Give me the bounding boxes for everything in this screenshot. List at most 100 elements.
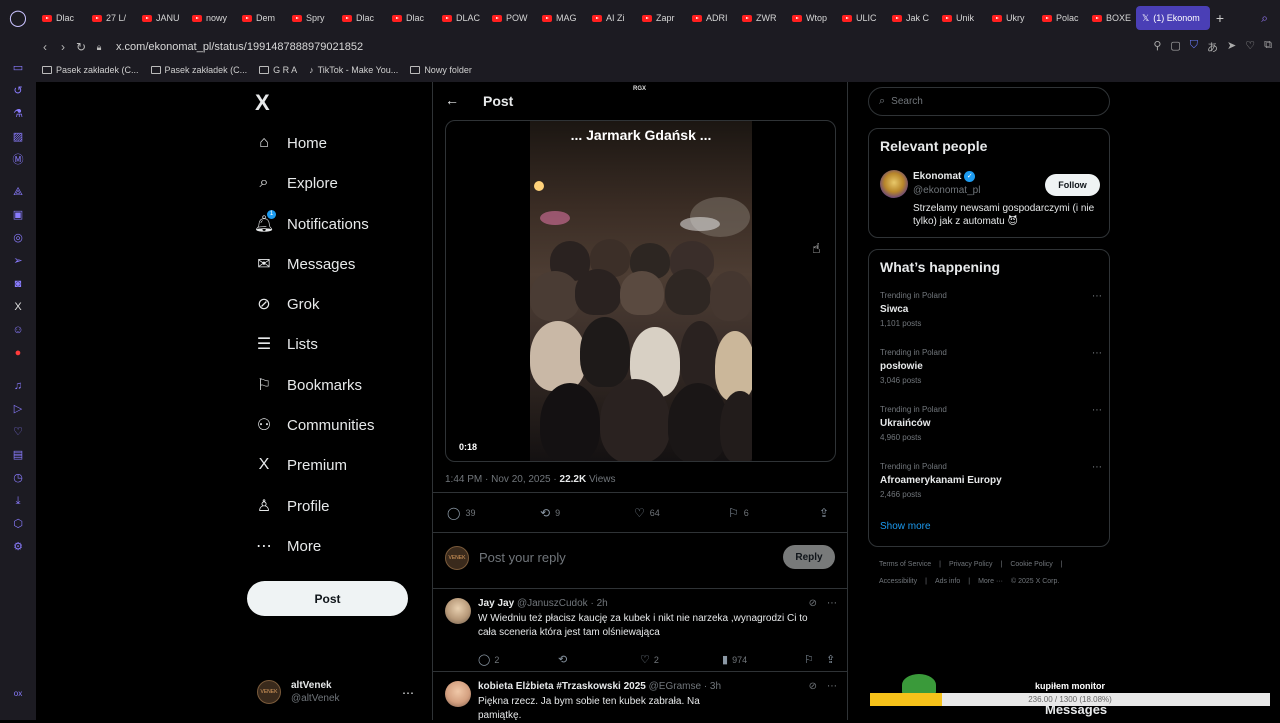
rail-download-icon[interactable]: ⤓ xyxy=(12,495,24,507)
nav-item-messages[interactable]: ✉ Messages xyxy=(254,249,355,279)
account-more-icon[interactable]: ⋯ xyxy=(402,686,414,700)
person-name[interactable]: Ekonomat ✓ xyxy=(913,171,976,182)
grok-icon[interactable]: ⊘ xyxy=(809,598,817,609)
bookmark-action[interactable]: ⚐ xyxy=(804,653,818,666)
rail-tab-icon[interactable]: ▭ xyxy=(12,62,24,74)
rail-telegram-icon[interactable]: ➢ xyxy=(12,255,24,267)
person-handle[interactable]: @ekonomat_pl xyxy=(913,185,980,196)
trend-item[interactable]: Trending in Poland Siwca 1,101 posts ⋯ xyxy=(880,291,1102,328)
footer-link[interactable]: Cookie Policy xyxy=(1010,561,1052,568)
trend-item[interactable]: Trending in Poland Ukraińców 4,960 posts ⋯ xyxy=(880,405,1102,442)
browser-tab[interactable]: Zapr xyxy=(636,6,686,30)
rail-wallet-icon[interactable]: ▤ xyxy=(12,449,24,461)
browser-tab[interactable]: POW xyxy=(486,6,536,30)
browser-tab[interactable]: Dlac xyxy=(386,6,436,30)
browser-tab[interactable]: Wtop xyxy=(786,6,836,30)
rail-app-icon[interactable]: ⟁ xyxy=(12,186,24,198)
browser-tab[interactable]: MAG xyxy=(536,6,586,30)
grok-icon[interactable]: ⊘ xyxy=(809,681,817,692)
footer-link[interactable]: Privacy Policy xyxy=(949,561,993,568)
show-more-link[interactable]: Show more xyxy=(880,521,931,532)
nav-item-grok[interactable]: ⊘ Grok xyxy=(254,289,319,319)
tab-active[interactable]: 𝕏 (1) Ekonom xyxy=(1136,6,1210,30)
rail-settings-icon[interactable]: ⚙ xyxy=(12,541,24,553)
tab-search-icon[interactable]: ⌕ xyxy=(1261,11,1268,26)
opera-logo-icon[interactable]: ◯ xyxy=(0,0,36,36)
rail-ox-icon[interactable]: ox xyxy=(12,688,24,700)
forward-icon[interactable]: › xyxy=(54,40,72,54)
heart-icon[interactable]: ♡ xyxy=(1245,39,1255,55)
rail-red-icon[interactable]: ● xyxy=(12,347,24,359)
browser-tab[interactable]: nowy xyxy=(186,6,236,30)
bookmark-item[interactable]: Nowy folder xyxy=(410,65,472,75)
comment-handle[interactable]: @EGramse · 3h xyxy=(649,681,721,692)
comment-handle[interactable]: @JanuszCudok · 2h xyxy=(517,598,608,609)
back-arrow-icon[interactable]: ← xyxy=(445,92,459,108)
rail-messenger-icon[interactable]: ◎ xyxy=(12,232,24,244)
rail-history-icon[interactable]: ↺ xyxy=(12,85,24,97)
comment-author[interactable]: kobieta Elżbieta #Trzaskowski 2025 xyxy=(478,681,646,692)
footer-link[interactable]: © 2025 X Corp. xyxy=(1011,578,1059,585)
rail-heart-icon[interactable]: ♡ xyxy=(12,426,24,438)
rail-send-icon[interactable]: ▷ xyxy=(12,403,24,415)
pin-icon[interactable]: ⚲ xyxy=(1153,39,1161,55)
share-action[interactable]: ⇪ xyxy=(819,506,834,520)
more-icon[interactable]: ⋯ xyxy=(1092,462,1102,473)
repost-action[interactable]: ⟲ 9 xyxy=(540,506,560,520)
nav-item-more[interactable]: ⋯ More xyxy=(254,531,321,561)
post-button[interactable]: Post xyxy=(247,581,408,616)
snapshot-icon[interactable]: ▢ xyxy=(1170,39,1180,55)
nav-item-profile[interactable]: ♙ Profile xyxy=(254,491,330,521)
browser-tab[interactable]: Dem xyxy=(236,6,286,30)
nav-item-premium[interactable]: X Premium xyxy=(254,450,347,480)
rail-discord-icon[interactable]: ☺ xyxy=(12,324,24,336)
reload-icon[interactable]: ↻ xyxy=(72,40,90,54)
repost-action[interactable]: ⟲ xyxy=(558,653,571,666)
extensions-icon[interactable]: ⧉ xyxy=(1264,39,1272,55)
reply-input[interactable]: Post your reply xyxy=(479,550,566,565)
send-icon[interactable]: ➤ xyxy=(1227,39,1236,55)
nav-item-home[interactable]: ⌂ Home xyxy=(254,128,327,158)
account-switcher[interactable]: VENEK altVenek @altVenek xyxy=(257,680,340,704)
nav-item-explore[interactable]: ⌕ Explore xyxy=(254,168,338,198)
list-item[interactable]: kobieta Elżbieta #Trzaskowski 2025 @EGra… xyxy=(445,681,837,721)
browser-tab[interactable]: Dlac xyxy=(36,6,86,30)
bookmark-item[interactable]: ♪ TikTok - Make You... xyxy=(309,65,398,75)
rail-music-icon[interactable]: ♫ xyxy=(12,380,24,392)
back-icon[interactable]: ‹ xyxy=(36,40,54,54)
trend-item[interactable]: Trending in Poland posłowie 3,046 posts ⋯ xyxy=(880,348,1102,385)
footer-link[interactable]: Terms of Service xyxy=(879,561,931,568)
browser-tab[interactable]: Jak C xyxy=(886,6,936,30)
browser-tab[interactable]: AI Zi xyxy=(586,6,636,30)
rail-x-icon[interactable]: X xyxy=(12,301,24,313)
rail-flow-icon[interactable]: ▨ xyxy=(12,131,24,143)
nav-item-communities[interactable]: ⚇ Communities xyxy=(254,410,375,440)
browser-tab[interactable]: Ukry xyxy=(986,6,1036,30)
more-icon[interactable]: ⋯ xyxy=(1092,291,1102,302)
bookmark-item[interactable]: Pasek zakładek (C... xyxy=(42,65,139,75)
browser-tab[interactable]: ULIC xyxy=(836,6,886,30)
browser-tab[interactable]: DLAC xyxy=(436,6,486,30)
browser-tab[interactable]: 27 L/ xyxy=(86,6,136,30)
rail-clock-icon[interactable]: ◷ xyxy=(12,472,24,484)
rail-m-icon[interactable]: Ⓜ xyxy=(12,154,24,166)
share-action[interactable]: ⇪ xyxy=(826,653,839,666)
avatar[interactable] xyxy=(445,598,471,624)
like-action[interactable]: ♡ 2 xyxy=(640,653,659,666)
translate-icon[interactable]: あ xyxy=(1207,39,1218,55)
rail-cube-icon[interactable]: ⬡ xyxy=(12,518,24,530)
nav-item-notifications[interactable]: 🔔︎ 1 Notifications xyxy=(254,209,369,239)
browser-tab[interactable]: Dlac xyxy=(336,6,386,30)
comment-author[interactable]: Jay Jay xyxy=(478,598,514,609)
browser-tab[interactable]: JANU xyxy=(136,6,186,30)
browser-tab[interactable]: Polac xyxy=(1036,6,1086,30)
rail-twitch-icon[interactable]: ▣ xyxy=(12,209,24,221)
avatar[interactable] xyxy=(445,681,471,707)
footer-link[interactable]: Accessibility xyxy=(879,578,917,585)
browser-tab[interactable]: ZWR xyxy=(736,6,786,30)
trend-item[interactable]: Trending in Poland Afroamerykanami Europy… xyxy=(880,462,1102,499)
browser-tab[interactable]: Spry xyxy=(286,6,336,30)
search-input[interactable]: ⌕ Search xyxy=(868,87,1110,116)
more-icon[interactable]: ⋯ xyxy=(827,681,837,692)
post-timestamp[interactable]: 1:44 PM · Nov 20, 2025 · xyxy=(445,474,560,485)
